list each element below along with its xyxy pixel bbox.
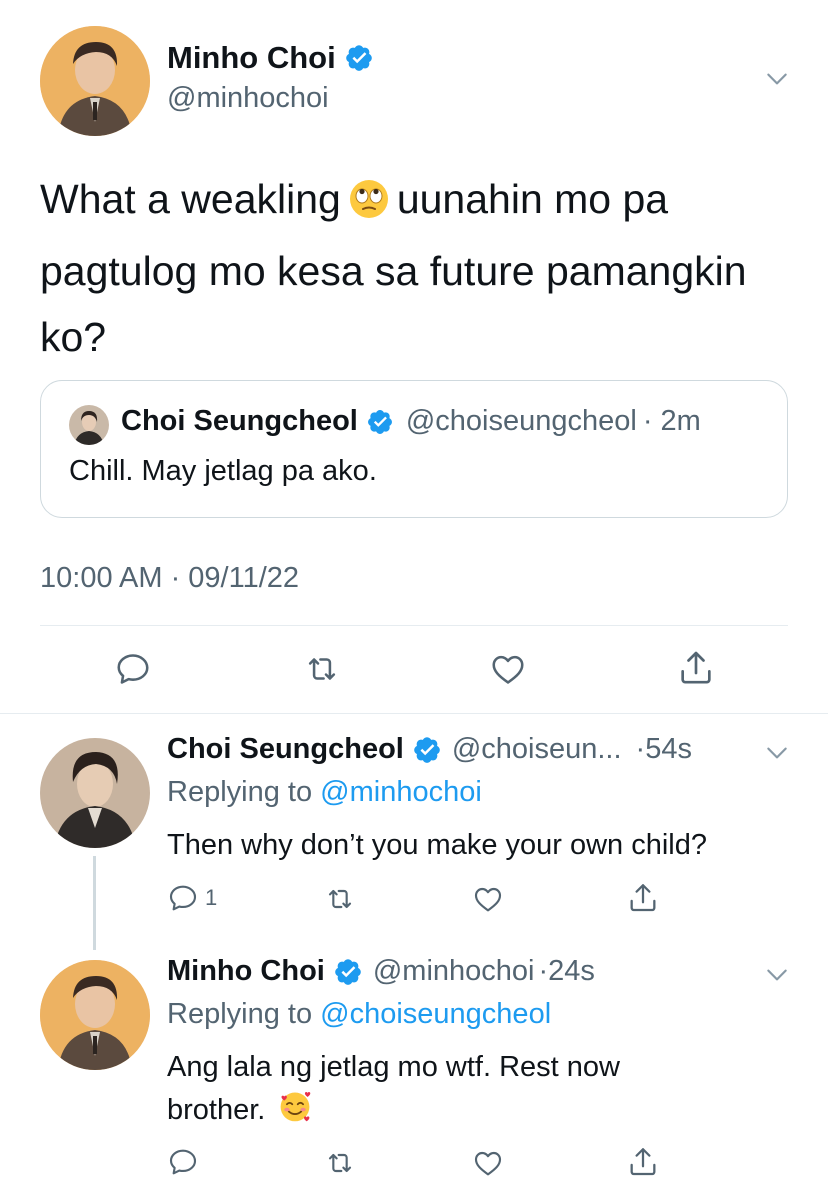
verified-badge-icon bbox=[366, 408, 394, 436]
quoted-author-handle[interactable]: @choiseungcheol bbox=[406, 405, 637, 438]
heart-icon bbox=[472, 883, 504, 915]
reply-header: Minho Choi @minhochoi ·24s bbox=[167, 955, 595, 988]
thread-line bbox=[93, 856, 96, 950]
replying-to: Replying to @minhochoi bbox=[167, 776, 482, 809]
reply-icon bbox=[167, 882, 199, 914]
reply-text: Then why don’t you make your own child? bbox=[167, 829, 708, 861]
like-button[interactable] bbox=[472, 1147, 504, 1179]
avatar-minho[interactable] bbox=[40, 960, 150, 1070]
retweet-icon bbox=[323, 1147, 357, 1179]
author-handle[interactable]: @minhochoi bbox=[167, 82, 329, 115]
reply-text: Ang lala ng jetlag mo wtf. Rest now brot… bbox=[167, 1046, 707, 1136]
heart-icon bbox=[489, 650, 527, 688]
author-name-text[interactable]: Minho Choi bbox=[167, 40, 336, 76]
tweet-text-part1: What a weakling bbox=[40, 176, 341, 222]
retweet-icon bbox=[302, 650, 342, 688]
share-button[interactable] bbox=[626, 881, 660, 915]
smiling-face-with-hearts-emoji-icon bbox=[277, 1088, 313, 1136]
replying-to: Replying to @choiseungcheol bbox=[167, 998, 551, 1031]
reply-button[interactable] bbox=[167, 1146, 199, 1178]
replying-to-label: Replying to bbox=[167, 998, 313, 1030]
reply-text-content: Ang lala ng jetlag mo wtf. Rest now brot… bbox=[167, 1051, 620, 1126]
verified-badge-icon bbox=[344, 43, 374, 73]
reply-icon bbox=[167, 1146, 199, 1178]
share-button[interactable] bbox=[676, 648, 716, 688]
tweet-timestamp[interactable]: 10:00 AM · 09/11/22 bbox=[40, 562, 299, 595]
reply-author-handle[interactable]: @minhochoi bbox=[373, 955, 535, 988]
heart-icon bbox=[472, 1147, 504, 1179]
section-divider bbox=[0, 713, 828, 714]
chevron-down-icon[interactable] bbox=[764, 740, 790, 771]
reply-icon bbox=[114, 650, 152, 688]
chevron-down-icon[interactable] bbox=[764, 66, 790, 97]
rolling-eyes-emoji-icon bbox=[349, 172, 389, 238]
reply-count: 1 bbox=[205, 885, 218, 910]
reply-author-name[interactable]: Choi Seungcheol bbox=[167, 733, 404, 766]
share-icon bbox=[676, 648, 716, 688]
reply-time: ·24s bbox=[538, 955, 595, 987]
avatar-minho[interactable] bbox=[40, 26, 150, 136]
share-button[interactable] bbox=[626, 1145, 660, 1179]
reply-header: Choi Seungcheol @choiseun... ·54s bbox=[167, 733, 692, 766]
divider bbox=[40, 625, 788, 626]
retweet-button[interactable] bbox=[323, 1147, 357, 1179]
share-icon bbox=[626, 1145, 660, 1179]
replying-to-label: Replying to bbox=[167, 776, 313, 808]
quoted-tweet-time: · 2m bbox=[642, 405, 701, 437]
quoted-tweet-text: Chill. May jetlag pa ako. bbox=[69, 455, 377, 487]
verified-badge-icon bbox=[412, 735, 442, 765]
reply-time: ·54s bbox=[635, 733, 692, 765]
reply-author-handle[interactable]: @choiseun... bbox=[452, 733, 622, 766]
author-name[interactable]: Minho Choi bbox=[167, 40, 374, 76]
retweet-icon bbox=[323, 883, 357, 915]
reply-button[interactable] bbox=[114, 650, 152, 688]
reply-author-name[interactable]: Minho Choi bbox=[167, 955, 325, 988]
chevron-down-icon[interactable] bbox=[764, 962, 790, 993]
avatar-seungcheol-small[interactable] bbox=[69, 405, 109, 445]
retweet-button[interactable] bbox=[302, 650, 342, 688]
verified-badge-icon bbox=[333, 957, 363, 987]
share-icon bbox=[626, 881, 660, 915]
replying-to-link[interactable]: @minhochoi bbox=[320, 776, 482, 808]
quoted-tweet-header: Choi Seungcheol @choiseungcheol · 2m bbox=[121, 405, 701, 438]
avatar-seungcheol[interactable] bbox=[40, 738, 150, 848]
replying-to-link[interactable]: @choiseungcheol bbox=[320, 998, 551, 1030]
tweet-text: What a weakling uunahin mo pa pagtulog mo… bbox=[40, 166, 800, 370]
like-button[interactable] bbox=[489, 650, 527, 688]
quoted-tweet-card[interactable]: Choi Seungcheol @choiseungcheol · 2m Chi… bbox=[40, 380, 788, 518]
like-button[interactable] bbox=[472, 883, 504, 915]
retweet-button[interactable] bbox=[323, 883, 357, 915]
quoted-author-name[interactable]: Choi Seungcheol bbox=[121, 405, 358, 438]
reply-button[interactable]: 1 bbox=[167, 882, 217, 914]
